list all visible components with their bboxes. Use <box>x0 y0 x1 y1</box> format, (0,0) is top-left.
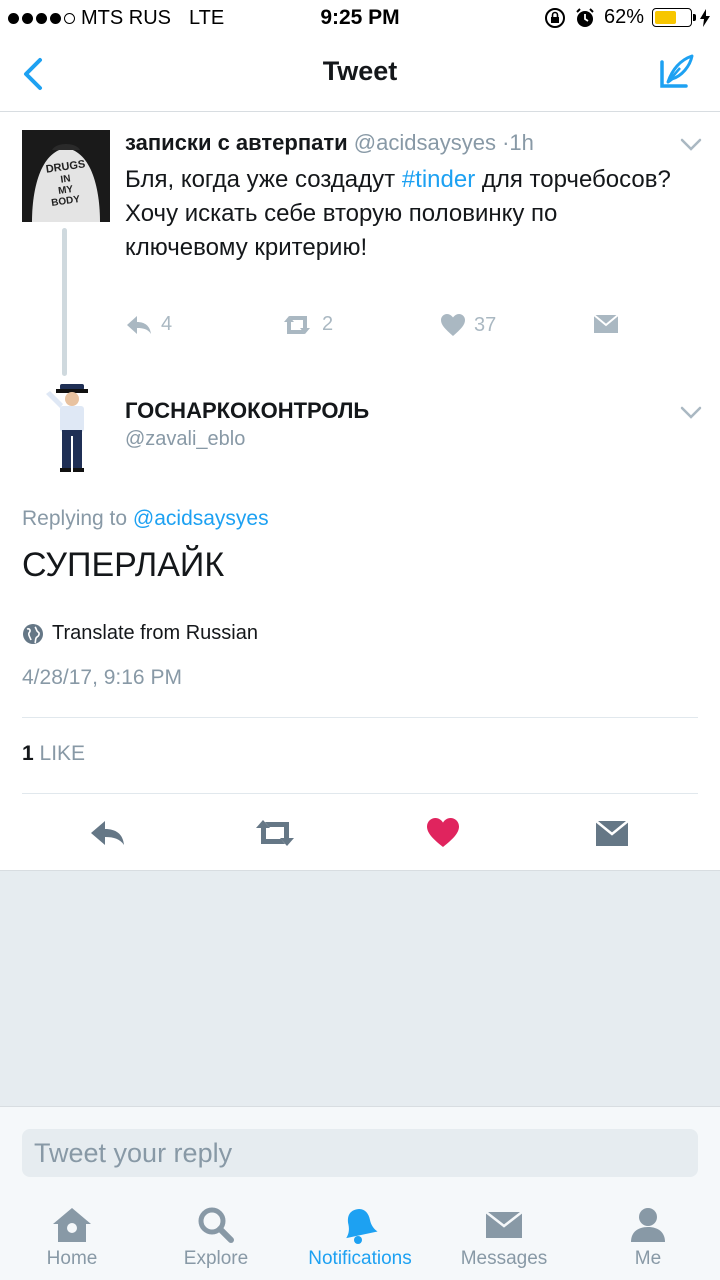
avatar-image <box>46 384 88 472</box>
reply-bar <box>0 1106 720 1196</box>
like-count: 37 <box>474 313 497 336</box>
tab-bar: Home Explore Notifications Messages Me <box>0 1196 720 1280</box>
navigation-bar: Tweet <box>0 38 720 112</box>
reply-icon <box>127 315 151 334</box>
tweet-text-part: Бля, когда уже создадут <box>125 166 402 193</box>
charging-bolt-icon <box>700 8 710 27</box>
liked-heart-icon[interactable] <box>426 815 460 851</box>
divider <box>22 793 698 794</box>
replying-to: Replying to @acidsaysyes <box>22 507 269 531</box>
bell-icon <box>346 1209 378 1244</box>
retweet-count: 2 <box>322 313 334 335</box>
translate-button[interactable]: Translate from Russian <box>22 622 258 645</box>
rotation-lock-icon <box>544 7 565 28</box>
page-title: Tweet <box>322 56 398 86</box>
chevron-down-icon[interactable] <box>680 138 702 152</box>
tab-me[interactable]: Me <box>576 1206 720 1270</box>
tweet-action-bar <box>0 805 720 865</box>
home-icon <box>53 1208 91 1242</box>
globe-icon <box>23 623 43 644</box>
likes-summary[interactable]: 1 LIKE <box>22 742 85 766</box>
likes-total: 1 <box>22 742 34 765</box>
tab-messages[interactable]: Messages <box>432 1206 576 1270</box>
tab-notifications[interactable]: Notifications <box>288 1206 432 1270</box>
tab-home[interactable]: Home <box>0 1206 144 1270</box>
author-handle[interactable]: @acidsaysyes <box>354 130 496 155</box>
retweet-icon <box>284 315 310 334</box>
tweet-timestamp: 4/28/17, 9:16 PM <box>22 666 182 689</box>
alarm-icon <box>576 7 594 27</box>
author-handle[interactable]: @zavali_eblo <box>125 428 245 451</box>
tweet-header: записки с автерпати @acidsaysyes ·1h <box>125 130 534 156</box>
hashtag-link[interactable]: #tinder <box>402 166 475 193</box>
envelope-icon[interactable] <box>595 815 629 851</box>
tab-label: Explore <box>183 1248 249 1269</box>
like-action[interactable]: 37 <box>440 313 496 337</box>
reply-input[interactable] <box>22 1129 698 1177</box>
dm-action[interactable] <box>593 313 619 335</box>
tab-label: Notifications <box>308 1248 412 1269</box>
battery-icon <box>652 8 696 27</box>
tweet-text-part: для торчебосов? <box>475 166 671 193</box>
chevron-down-icon[interactable] <box>680 406 702 420</box>
tweet-text: СУПЕРЛАЙК <box>22 546 225 584</box>
tweet-age: 1h <box>509 130 534 155</box>
author-name[interactable]: записки с автерпати <box>125 130 348 155</box>
replying-prefix: Replying to <box>22 507 128 530</box>
translate-label: Translate from Russian <box>52 622 258 644</box>
avatar[interactable]: DRUGS IN MY BODY <box>22 130 110 222</box>
tab-label: Home <box>46 1248 98 1269</box>
person-icon <box>631 1208 665 1242</box>
reply-icon[interactable] <box>88 815 128 851</box>
tweet-text: Бля, когда уже создадут #tinder для торч… <box>125 163 685 265</box>
tweet-text-line: Хочу искать себе вторую половинку по клю… <box>125 200 558 261</box>
avatar-image: DRUGS IN MY BODY <box>22 130 110 222</box>
envelope-icon <box>593 314 619 333</box>
reply-count: 4 <box>161 313 173 335</box>
tweet-actions: 4 2 37 <box>125 313 685 345</box>
battery-percent: 62% <box>603 6 644 28</box>
tab-label: Me <box>634 1248 662 1269</box>
compose-tweet-icon[interactable] <box>656 52 696 92</box>
likes-label: LIKE <box>39 742 86 765</box>
thread-connector-line <box>62 228 67 376</box>
divider <box>22 717 698 718</box>
search-icon <box>198 1207 234 1243</box>
empty-replies-area <box>0 870 720 1106</box>
envelope-icon <box>485 1211 523 1238</box>
heart-icon <box>441 314 465 336</box>
tab-explore[interactable]: Explore <box>144 1206 288 1270</box>
mention-link[interactable]: @acidsaysyes <box>133 507 269 530</box>
avatar[interactable] <box>36 380 110 476</box>
status-bar: MTS RUS LTE 9:25 PM 62% <box>0 0 720 38</box>
author-name[interactable]: ГОСНАРКОКОНТРОЛЬ <box>125 398 369 424</box>
status-right: 62% <box>544 6 710 29</box>
tab-label: Messages <box>460 1248 548 1269</box>
retweet-icon[interactable] <box>253 815 297 851</box>
retweet-action[interactable]: 2 <box>280 313 333 336</box>
reply-action[interactable]: 4 <box>125 313 172 336</box>
